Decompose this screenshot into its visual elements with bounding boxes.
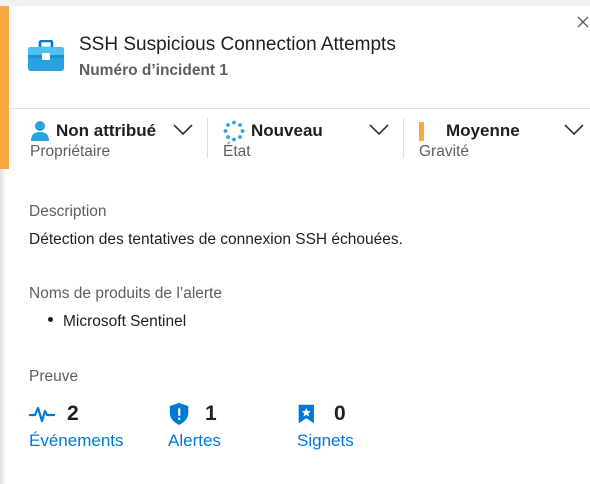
close-button[interactable]: [576, 13, 590, 31]
severity-bar-icon: [419, 121, 424, 141]
left-edge-shadow: [0, 169, 6, 484]
severity-value: Moyenne: [446, 121, 520, 140]
status-field[interactable]: Nouveau État: [223, 116, 393, 166]
evidence-alerts[interactable]: 1 Alertes: [168, 400, 248, 460]
events-link[interactable]: Événements: [29, 431, 124, 451]
pulse-icon: [29, 406, 55, 423]
close-icon: [577, 16, 589, 28]
chevron-down-icon[interactable]: [172, 121, 194, 137]
status-label: État: [223, 143, 251, 160]
bookmark-icon: [298, 404, 314, 424]
owner-label: Propriétaire: [30, 143, 111, 160]
alert-product-name: Microsoft Sentinel: [63, 313, 187, 330]
top-strip: [0, 0, 590, 6]
description-label: Description: [29, 203, 107, 220]
spinner-icon: [223, 120, 245, 142]
description-text: Détection des tentatives de connexion SS…: [29, 231, 403, 248]
briefcase-icon: [28, 39, 64, 72]
bookmarks-link[interactable]: Signets: [297, 431, 354, 451]
shield-icon: [169, 402, 189, 425]
incident-number: Numéro d’incident 1: [79, 62, 228, 79]
chevron-down-icon[interactable]: [368, 121, 390, 137]
chevron-down-icon[interactable]: [563, 121, 585, 137]
evidence-label: Preuve: [29, 368, 79, 385]
owner-value: Non attribué: [56, 121, 157, 140]
bookmarks-count: 0: [334, 402, 346, 425]
severity-label: Gravité: [419, 143, 469, 160]
incident-panel: SSH Suspicious Connection Attempts Numér…: [0, 0, 590, 484]
severity-accent-bar: [0, 6, 9, 169]
events-count: 2: [67, 402, 79, 425]
owner-field[interactable]: Non attribué Propriétaire: [30, 116, 200, 166]
bullet-icon: [48, 317, 53, 323]
severity-field[interactable]: Moyenne Gravité: [419, 116, 590, 166]
incident-title: SSH Suspicious Connection Attempts: [79, 34, 396, 55]
evidence-bookmarks[interactable]: 0 Signets: [297, 400, 377, 460]
evidence-events[interactable]: 2 Événements: [29, 400, 139, 460]
field-separator: [207, 118, 208, 158]
field-separator: [403, 118, 404, 158]
list-item: Microsoft Sentinel: [48, 313, 186, 331]
header-divider: [9, 108, 590, 109]
alerts-count: 1: [205, 402, 217, 425]
alert-products-label: Noms de produits de l’alerte: [29, 285, 222, 302]
status-value: Nouveau: [251, 121, 323, 140]
person-icon: [31, 121, 49, 141]
alerts-link[interactable]: Alertes: [168, 431, 221, 451]
